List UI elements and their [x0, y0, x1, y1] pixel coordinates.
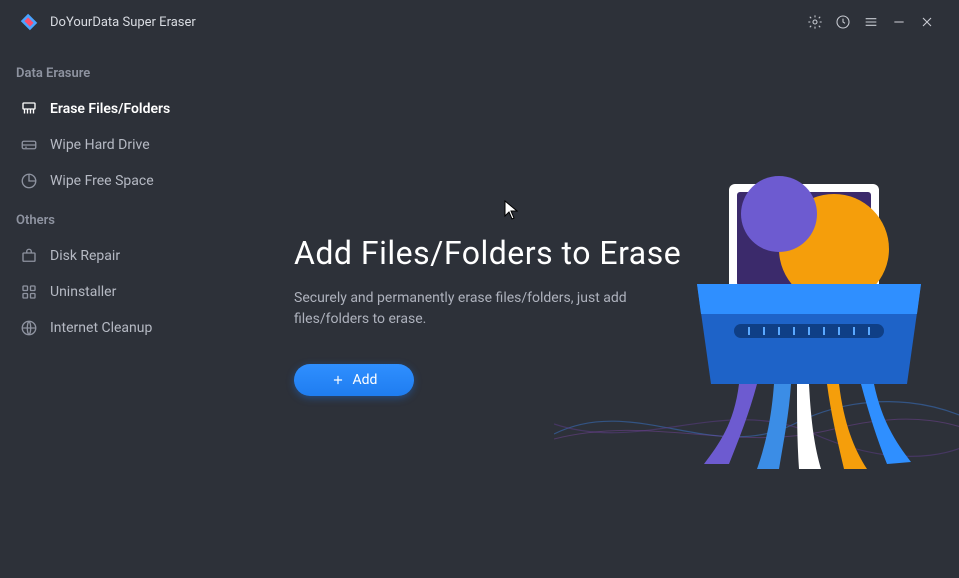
settings-button[interactable]	[801, 8, 829, 36]
sidebar-item-erase-files[interactable]: Erase Files/Folders	[8, 91, 246, 127]
main-content: Add Files/Folders to Erase Securely and …	[254, 44, 959, 578]
app-body: Data Erasure Erase Files/Folders Wipe Ha…	[0, 44, 959, 578]
sidebar-item-disk-repair[interactable]: Disk Repair	[8, 238, 246, 274]
shredder-icon	[20, 100, 38, 118]
toolbox-icon	[20, 247, 38, 265]
close-icon	[919, 14, 935, 30]
sidebar-item-internet-cleanup[interactable]: Internet Cleanup	[8, 310, 246, 346]
sidebar-item-wipe-free-space[interactable]: Wipe Free Space	[8, 163, 246, 199]
sidebar-item-uninstaller[interactable]: Uninstaller	[8, 274, 246, 310]
titlebar: DoYourData Super Eraser	[0, 0, 959, 44]
plus-icon	[331, 373, 345, 387]
minimize-button[interactable]	[885, 8, 913, 36]
sidebar-section-data-erasure: Data Erasure	[8, 52, 246, 91]
sidebar-item-label: Wipe Hard Drive	[50, 137, 150, 153]
gear-icon	[807, 14, 823, 30]
page-subtext: Securely and permanently erase files/fol…	[294, 288, 634, 330]
app-window: DoYourData Super Eraser Data Erasure Era…	[0, 0, 959, 578]
app-title: DoYourData Super Eraser	[50, 15, 196, 30]
apps-icon	[20, 283, 38, 301]
sidebar-item-label: Erase Files/Folders	[50, 101, 170, 117]
app-logo-icon	[18, 11, 40, 33]
close-button[interactable]	[913, 8, 941, 36]
history-button[interactable]	[829, 8, 857, 36]
menu-button[interactable]	[857, 8, 885, 36]
add-button-label: Add	[353, 372, 378, 388]
pie-chart-icon	[20, 172, 38, 190]
sidebar-item-label: Uninstaller	[50, 284, 116, 300]
clock-icon	[835, 14, 851, 30]
sidebar-item-label: Internet Cleanup	[50, 320, 152, 336]
sidebar-item-wipe-hard-drive[interactable]: Wipe Hard Drive	[8, 127, 246, 163]
hard-drive-icon	[20, 136, 38, 154]
add-button[interactable]: Add	[294, 364, 414, 396]
sidebar-item-label: Wipe Free Space	[50, 173, 154, 189]
globe-icon	[20, 319, 38, 337]
minimize-icon	[891, 14, 907, 30]
shredder-illustration	[679, 174, 939, 474]
sidebar-item-label: Disk Repair	[50, 248, 120, 264]
menu-icon	[863, 14, 879, 30]
sidebar: Data Erasure Erase Files/Folders Wipe Ha…	[0, 44, 254, 578]
sidebar-section-others: Others	[8, 199, 246, 238]
